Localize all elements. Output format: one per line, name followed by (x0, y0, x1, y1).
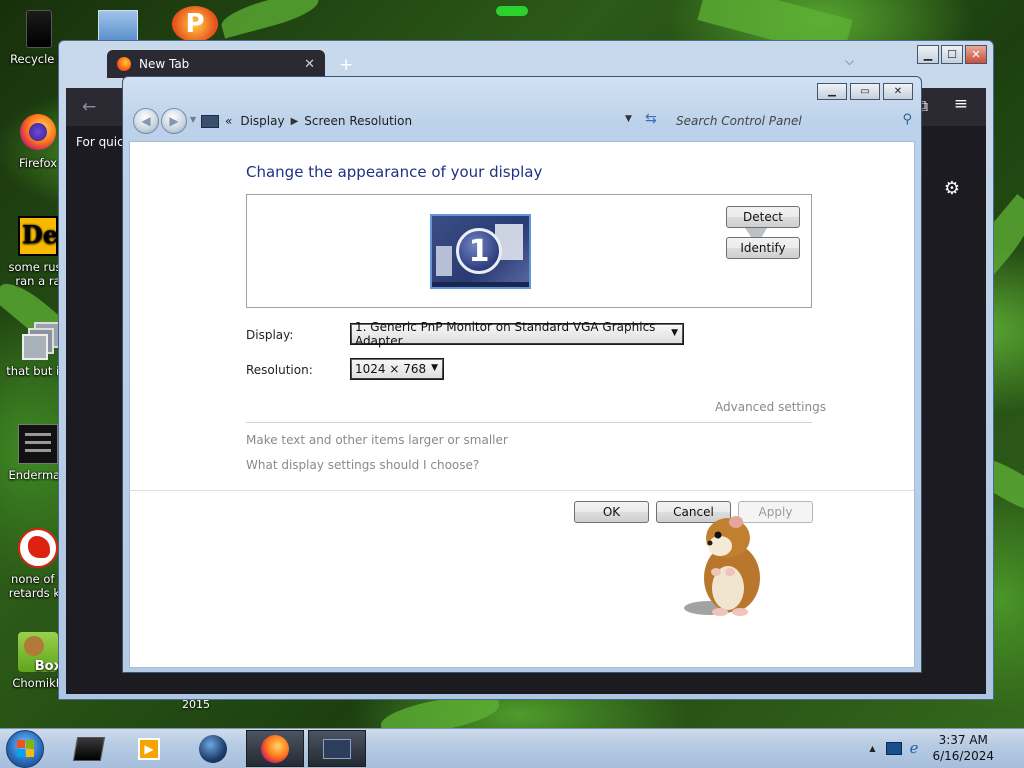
divider (246, 422, 812, 423)
red-dino-icon (18, 528, 58, 568)
forward-button[interactable]: ▶ (161, 108, 187, 134)
monitor-number: 1 (456, 228, 502, 274)
search-input[interactable]: Search Control Panel ⚲ (676, 112, 912, 130)
internet-explorer-icon[interactable]: ℯ (910, 739, 919, 757)
search-placeholder: Search Control Panel (676, 114, 802, 128)
black-box-icon (72, 736, 106, 761)
page-title: Change the appearance of your display (246, 163, 543, 181)
close-button[interactable]: ✕ (965, 45, 987, 64)
chevron-down-icon: ▼ (431, 363, 438, 373)
identify-button[interactable]: Identify (726, 237, 800, 259)
resolution-select-value: 1024 × 768 (355, 362, 427, 376)
recycle-bin-icon (18, 8, 58, 48)
taskbar-item-media-player[interactable]: ▶ (120, 730, 178, 767)
address-dropdown-icon[interactable]: ▼ (625, 114, 632, 124)
cp-window-controls: ▁ ▭ ✕ (817, 83, 913, 100)
clock[interactable]: 3:37 AM 6/16/2024 (932, 732, 994, 764)
breadcrumb-display[interactable]: Display (240, 114, 284, 128)
green-light-decoration (496, 6, 528, 16)
start-button[interactable] (6, 730, 44, 768)
cp-content: Change the appearance of your display 1 … (129, 141, 915, 668)
copy-windows-icon (18, 320, 60, 360)
tab-close-icon[interactable]: ✕ (304, 57, 315, 72)
display-monitor-icon (323, 738, 351, 759)
system-tray: ▲ ℯ 3:37 AM 6/16/2024 (869, 729, 1024, 767)
browser-tab[interactable]: New Tab ✕ (107, 50, 325, 78)
refresh-icon[interactable]: ⇆ (645, 111, 657, 127)
display-settings-help-link[interactable]: What display settings should I choose? (246, 458, 479, 472)
resolution-label: Resolution: (246, 363, 313, 377)
divider (130, 490, 914, 491)
folder-icon[interactable] (98, 10, 138, 42)
breadcrumb-screen-resolution[interactable]: Screen Resolution (304, 114, 412, 128)
firefox-icon (18, 112, 58, 152)
advanced-settings-link[interactable]: Advanced settings (715, 400, 826, 414)
taskbar-item-globe[interactable] (184, 730, 242, 767)
display-select[interactable]: 1. Generic PnP Monitor on Standard VGA G… (350, 320, 684, 348)
recent-pages-dropdown-icon[interactable]: ▼ (190, 115, 196, 124)
new-tab-button[interactable]: + (339, 55, 353, 75)
back-arrow-icon[interactable]: ← (82, 97, 96, 117)
globe-icon (199, 734, 227, 763)
taskbar-item-display-settings[interactable] (308, 730, 366, 767)
hamster-pet[interactable] (680, 510, 770, 620)
taskbar-item-black-box[interactable] (60, 730, 118, 767)
search-icon[interactable]: ⚲ (902, 112, 912, 127)
taskbar-item-firefox[interactable] (246, 730, 304, 767)
clock-time: 3:37 AM (938, 733, 988, 747)
minimize-button[interactable]: ▁ (917, 45, 939, 64)
browser-window-controls: ▁ ☐ ✕ (917, 45, 987, 64)
enderman-icon (18, 424, 58, 464)
network-icon[interactable] (885, 741, 902, 755)
hamburger-menu-icon[interactable]: ≡ (954, 94, 968, 114)
clock-date: 6/16/2024 (932, 749, 994, 763)
display-preview-panel: 1 Detect Identify (246, 194, 812, 308)
display-monitor-icon (201, 114, 219, 128)
address-bar[interactable]: « Display ▶ Screen Resolution (201, 110, 671, 132)
taskbar: ▶ ▲ ℯ 3:37 AM 6/16/2024 (0, 728, 1024, 768)
firefox-icon (261, 734, 289, 763)
de-badge-icon: De (18, 216, 58, 256)
media-player-icon: ▶ (138, 737, 160, 760)
show-hidden-icons-arrow[interactable]: ▲ (869, 744, 875, 753)
close-button[interactable]: ✕ (883, 83, 913, 100)
gear-icon[interactable]: ⚙ (944, 178, 960, 199)
breadcrumb-prefix[interactable]: « (225, 114, 232, 128)
firefox-icon (117, 57, 131, 71)
resolution-select[interactable]: 1024 × 768 ▼ (350, 358, 444, 380)
back-button[interactable]: ◀ (133, 108, 159, 134)
breadcrumb-separator-icon[interactable]: ▶ (291, 116, 299, 127)
chomikbox-icon: Box (18, 632, 62, 674)
maximize-button[interactable]: ☐ (941, 45, 963, 64)
chevron-down-icon: ▼ (671, 328, 678, 338)
windows-logo-icon (17, 740, 34, 757)
text-size-link[interactable]: Make text and other items larger or smal… (246, 433, 508, 447)
tab-title: New Tab (139, 57, 190, 71)
display-select-value: 1. Generic PnP Monitor on Standard VGA G… (355, 320, 656, 348)
app-p-icon[interactable]: P (172, 6, 218, 42)
leaf-decoration (218, 0, 322, 39)
maximize-button[interactable]: ▭ (850, 83, 880, 100)
screen-resolution-window: ▁ ▭ ✕ ◀ ▶ ▼ « Display ▶ Screen Resolutio… (122, 76, 922, 673)
monitor-1-thumbnail[interactable]: 1 (430, 214, 531, 289)
ok-button[interactable]: OK (574, 501, 649, 523)
detect-button[interactable]: Detect (726, 206, 800, 228)
de-badge-text: De (22, 220, 59, 249)
display-label: Display: (246, 328, 294, 342)
minimize-button[interactable]: ▁ (817, 83, 847, 100)
list-all-tabs-chevron-icon[interactable]: ⌵ (845, 54, 854, 69)
